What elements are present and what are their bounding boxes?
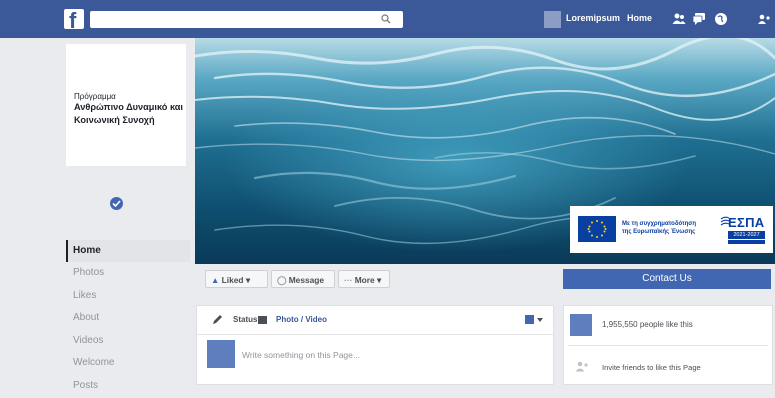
espa-years: 2021-2027: [728, 231, 765, 239]
nav-item-photos[interactable]: Photos: [66, 262, 190, 285]
espa-logo: ΕΣΠΑ: [728, 215, 765, 230]
search-input[interactable]: [90, 11, 403, 28]
photo-icon: [258, 316, 267, 324]
globe-icon[interactable]: [714, 12, 728, 26]
page-avatar: [207, 340, 235, 368]
audience-selector-icon[interactable]: [525, 315, 534, 324]
likes-panel: 1,955,550 people like this Invite friend…: [563, 305, 773, 385]
top-bar: f Loremipsum Home: [0, 0, 775, 38]
espa-cofunding-text: Με τη συγχρηματοδότηση της Ευρωπαϊκής Έν…: [622, 220, 696, 236]
eu-flag-icon: [578, 216, 616, 242]
nav-item-videos[interactable]: Videos: [66, 330, 190, 353]
user-avatar[interactable]: [544, 11, 561, 28]
messages-icon[interactable]: [692, 12, 706, 26]
message-button[interactable]: ◯ Message: [271, 270, 335, 288]
friends-icon[interactable]: [672, 12, 686, 26]
home-link[interactable]: Home: [627, 13, 652, 23]
caret-down-icon: ▾: [377, 275, 382, 285]
invite-friends-link[interactable]: Invite friends to like this Page: [602, 363, 701, 372]
search-button[interactable]: [369, 11, 403, 28]
chevron-down-icon[interactable]: [537, 318, 543, 322]
caret-down-icon: ▾: [245, 275, 251, 285]
nav-item-likes[interactable]: Likes: [66, 285, 190, 308]
post-composer: Status Photo / Video Write something on …: [196, 305, 554, 385]
espa-line-1: Με τη συγχρηματοδότηση: [622, 221, 697, 227]
espa-divider: [728, 240, 765, 244]
liked-button[interactable]: ▲ Liked ▾: [205, 270, 268, 288]
nav-item-posts[interactable]: Posts: [66, 375, 190, 398]
nav-item-home[interactable]: Home: [66, 240, 190, 262]
post-input[interactable]: Write something on this Page...: [242, 350, 360, 360]
likes-thumbnail: [570, 314, 592, 336]
divider: [568, 345, 768, 346]
nav-item-welcome[interactable]: Welcome: [66, 352, 190, 375]
more-dots-icon: ···: [344, 275, 353, 285]
settings-icon[interactable]: [757, 12, 771, 26]
more-button[interactable]: ··· More ▾: [338, 270, 390, 288]
composer-header: Status Photo / Video: [197, 306, 553, 335]
pencil-icon: [213, 315, 222, 324]
verified-badge-icon: [110, 197, 123, 210]
profile-picture-card[interactable]: Πρόγραμμα Ανθρώπινο Δυναμικό και Κοινωνι…: [66, 44, 186, 166]
nav-item-about[interactable]: About: [66, 307, 190, 330]
program-title: Ανθρώπινο Δυναμικό και Κοινωνική Συνοχή: [74, 102, 183, 125]
page-nav: Home Photos Likes About Videos Welcome P…: [66, 240, 190, 398]
contact-us-button[interactable]: Contact Us: [563, 269, 771, 289]
espa-cofunding-banner: Με τη συγχρηματοδότηση της Ευρωπαϊκής Έν…: [570, 206, 773, 253]
message-icon: ◯: [277, 275, 287, 285]
thumbs-up-icon: ▲: [211, 275, 220, 285]
facebook-logo-icon[interactable]: f: [64, 9, 84, 29]
search-icon: [381, 14, 391, 24]
espa-line-2: της Ευρωπαϊκής Ένωσης: [622, 229, 696, 235]
status-tab[interactable]: Status: [233, 315, 257, 324]
invite-friend-icon: [575, 361, 588, 372]
photo-video-tab[interactable]: Photo / Video: [276, 315, 327, 324]
likes-count[interactable]: 1,955,550 people like this: [602, 320, 693, 329]
user-name-link[interactable]: Loremipsum: [566, 13, 620, 23]
